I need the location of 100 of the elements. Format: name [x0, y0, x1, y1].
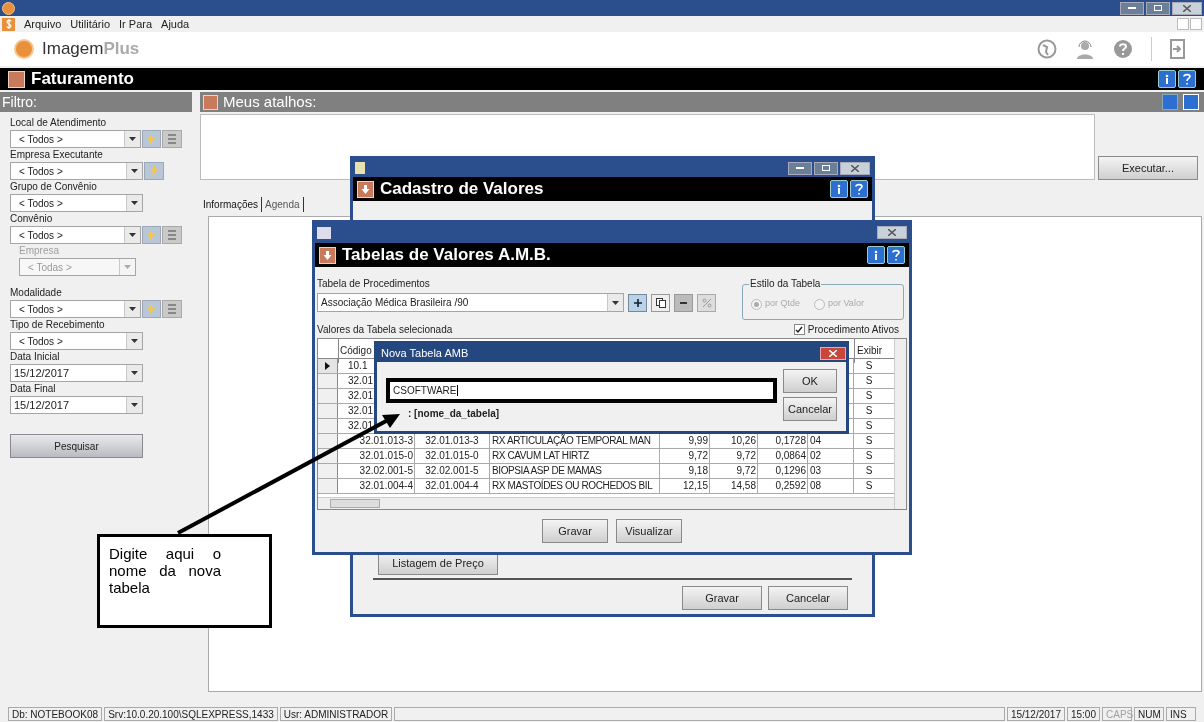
table-cell-text: S [864, 374, 874, 388]
filter-label: Empresa Executante [10, 148, 104, 162]
close-icon[interactable] [1172, 1, 1202, 15]
menu-item[interactable]: Ir Para [119, 15, 153, 33]
window-icon [317, 226, 331, 239]
table-cell: 32.02.001-5 [415, 464, 490, 478]
menu-item[interactable]: Ajuda [161, 15, 190, 33]
row-header[interactable] [318, 359, 338, 373]
menu-item[interactable]: Utilitário [70, 15, 111, 33]
table-cell: 32.02.001-5 [338, 464, 415, 478]
dialog-button[interactable]: Gravar [682, 586, 762, 610]
plus-icon[interactable] [628, 293, 647, 312]
status-panel: Srv:10.0.20.100\SQLEXPRESS,1433 [104, 706, 278, 721]
tab[interactable]: Informações [200, 196, 263, 212]
logo-suffix: Plus [103, 38, 140, 61]
status-panel: NUM [1134, 706, 1164, 721]
close-icon[interactable] [840, 161, 870, 175]
callout-text: Digite aqui o nome da nova tabela [109, 545, 221, 596]
filter-label: Local de Atendimento [10, 116, 108, 130]
table-cell: 0,2592 [758, 479, 808, 493]
info-icon[interactable] [867, 246, 885, 264]
table-cell-text: S [864, 464, 874, 478]
globe-icon[interactable] [1037, 39, 1057, 59]
dialog-button[interactable]: Gravar [542, 519, 608, 543]
combo-box[interactable]: < Todos > [10, 162, 143, 180]
filter-label: Grupo de Convênio [10, 180, 98, 194]
status-panel: INS [1166, 706, 1196, 721]
table-cell-text: S [864, 419, 874, 433]
table-cell: 08 [808, 479, 854, 493]
status-panel: Usr: ADMINISTRADOR [279, 706, 393, 721]
combo-box[interactable]: < Todos > [10, 300, 141, 318]
filter-label: Data Final [10, 382, 57, 396]
date-field[interactable]: 15/12/2017 [10, 364, 143, 382]
checkbox-label: Procedimento Ativos [807, 323, 899, 336]
table-cell: RX MASTOÍDES OU ROCHEDOS BIL [490, 479, 660, 493]
table-cell-text: S [864, 434, 874, 448]
table-cell: 0,0864 [758, 449, 808, 463]
group-title: Estilo da Tabela [749, 278, 822, 290]
copy-icon[interactable] [651, 293, 670, 312]
info-icon[interactable] [830, 180, 848, 198]
input-field[interactable]: CSOFTWARE [386, 378, 777, 403]
search-button[interactable]: Pesquisar [10, 434, 143, 458]
app-logo-icon [2, 1, 15, 15]
table-cell: 9,72 [660, 449, 710, 463]
table-cell: 03 [808, 464, 854, 478]
dialog-button[interactable]: Cancelar [783, 397, 837, 421]
status-panel: Db: NOTEBOOK08 [8, 706, 103, 721]
table-cell: 32.01.004-4 [338, 479, 415, 493]
exit-door-icon[interactable] [1170, 39, 1186, 59]
help-icon[interactable] [1113, 39, 1133, 59]
table-cell: 14,58 [710, 479, 758, 493]
info-icon[interactable] [1158, 70, 1176, 88]
field-label: Tabela de Procedimentos [317, 277, 431, 291]
window-icon [355, 162, 365, 174]
filter-label: Modalidade [10, 286, 63, 300]
current-row-icon [325, 362, 330, 370]
combo-box[interactable]: < Todos > [10, 194, 143, 212]
table-cell: 12,15 [660, 479, 710, 493]
radio-label: por Valor [828, 297, 864, 311]
dialog-button[interactable]: Visualizar [616, 519, 682, 543]
filter-header: Filtro: [0, 92, 192, 112]
window-heading: Tabelas de Valores A.M.B. [342, 244, 552, 267]
dialog-button[interactable]: Cancelar [768, 586, 848, 610]
status-panel: 15:00 [1066, 706, 1100, 721]
help-icon[interactable] [850, 180, 868, 198]
combo-box[interactable]: < Todos > [10, 130, 141, 148]
table-cell-text: S [864, 479, 874, 493]
minus-icon[interactable] [674, 293, 693, 312]
table-cell-text: S [864, 389, 874, 403]
table-cell: 0,1296 [758, 464, 808, 478]
combo-box[interactable]: < Todos > [10, 226, 141, 244]
checkbox[interactable] [793, 324, 805, 335]
grid-label: Valores da Tabela selecionada [317, 323, 453, 336]
close-icon[interactable] [820, 346, 846, 360]
combo-box[interactable]: Associação Médica Brasileira /90 [317, 293, 624, 312]
menu-item[interactable]: Arquivo [24, 15, 62, 33]
radio-label: por Qtde [765, 297, 801, 311]
filter-label: Convênio [10, 212, 54, 226]
close-icon[interactable] [877, 226, 907, 239]
table-cell: 9,72 [710, 449, 758, 463]
table-cell-text: S [864, 449, 874, 463]
table-cell: 9,18 [660, 464, 710, 478]
help-icon[interactable] [887, 246, 905, 264]
logo-icon [14, 39, 34, 59]
date-field[interactable]: 15/12/2017 [10, 396, 143, 414]
filter-label: Empresa [19, 244, 60, 258]
vertical-scrollbar[interactable] [894, 339, 906, 509]
table-cell-text: S [864, 404, 874, 418]
status-panel: 15/12/2017 [1006, 706, 1065, 721]
filter-label: Data Inicial [10, 350, 61, 364]
help-icon[interactable] [1178, 70, 1196, 88]
filter-label: Tipo de Recebimento [10, 318, 106, 332]
combo-box[interactable]: < Todos > [10, 332, 143, 350]
row-header[interactable] [318, 434, 338, 448]
tab[interactable]: Agenda [262, 196, 304, 212]
dialog-button[interactable]: OK [783, 369, 837, 393]
module-title: Faturamento [31, 68, 135, 91]
horizontal-scrollbar[interactable] [318, 497, 894, 509]
table-cell: 02 [808, 449, 854, 463]
run-button[interactable]: Executar... [1098, 156, 1198, 180]
